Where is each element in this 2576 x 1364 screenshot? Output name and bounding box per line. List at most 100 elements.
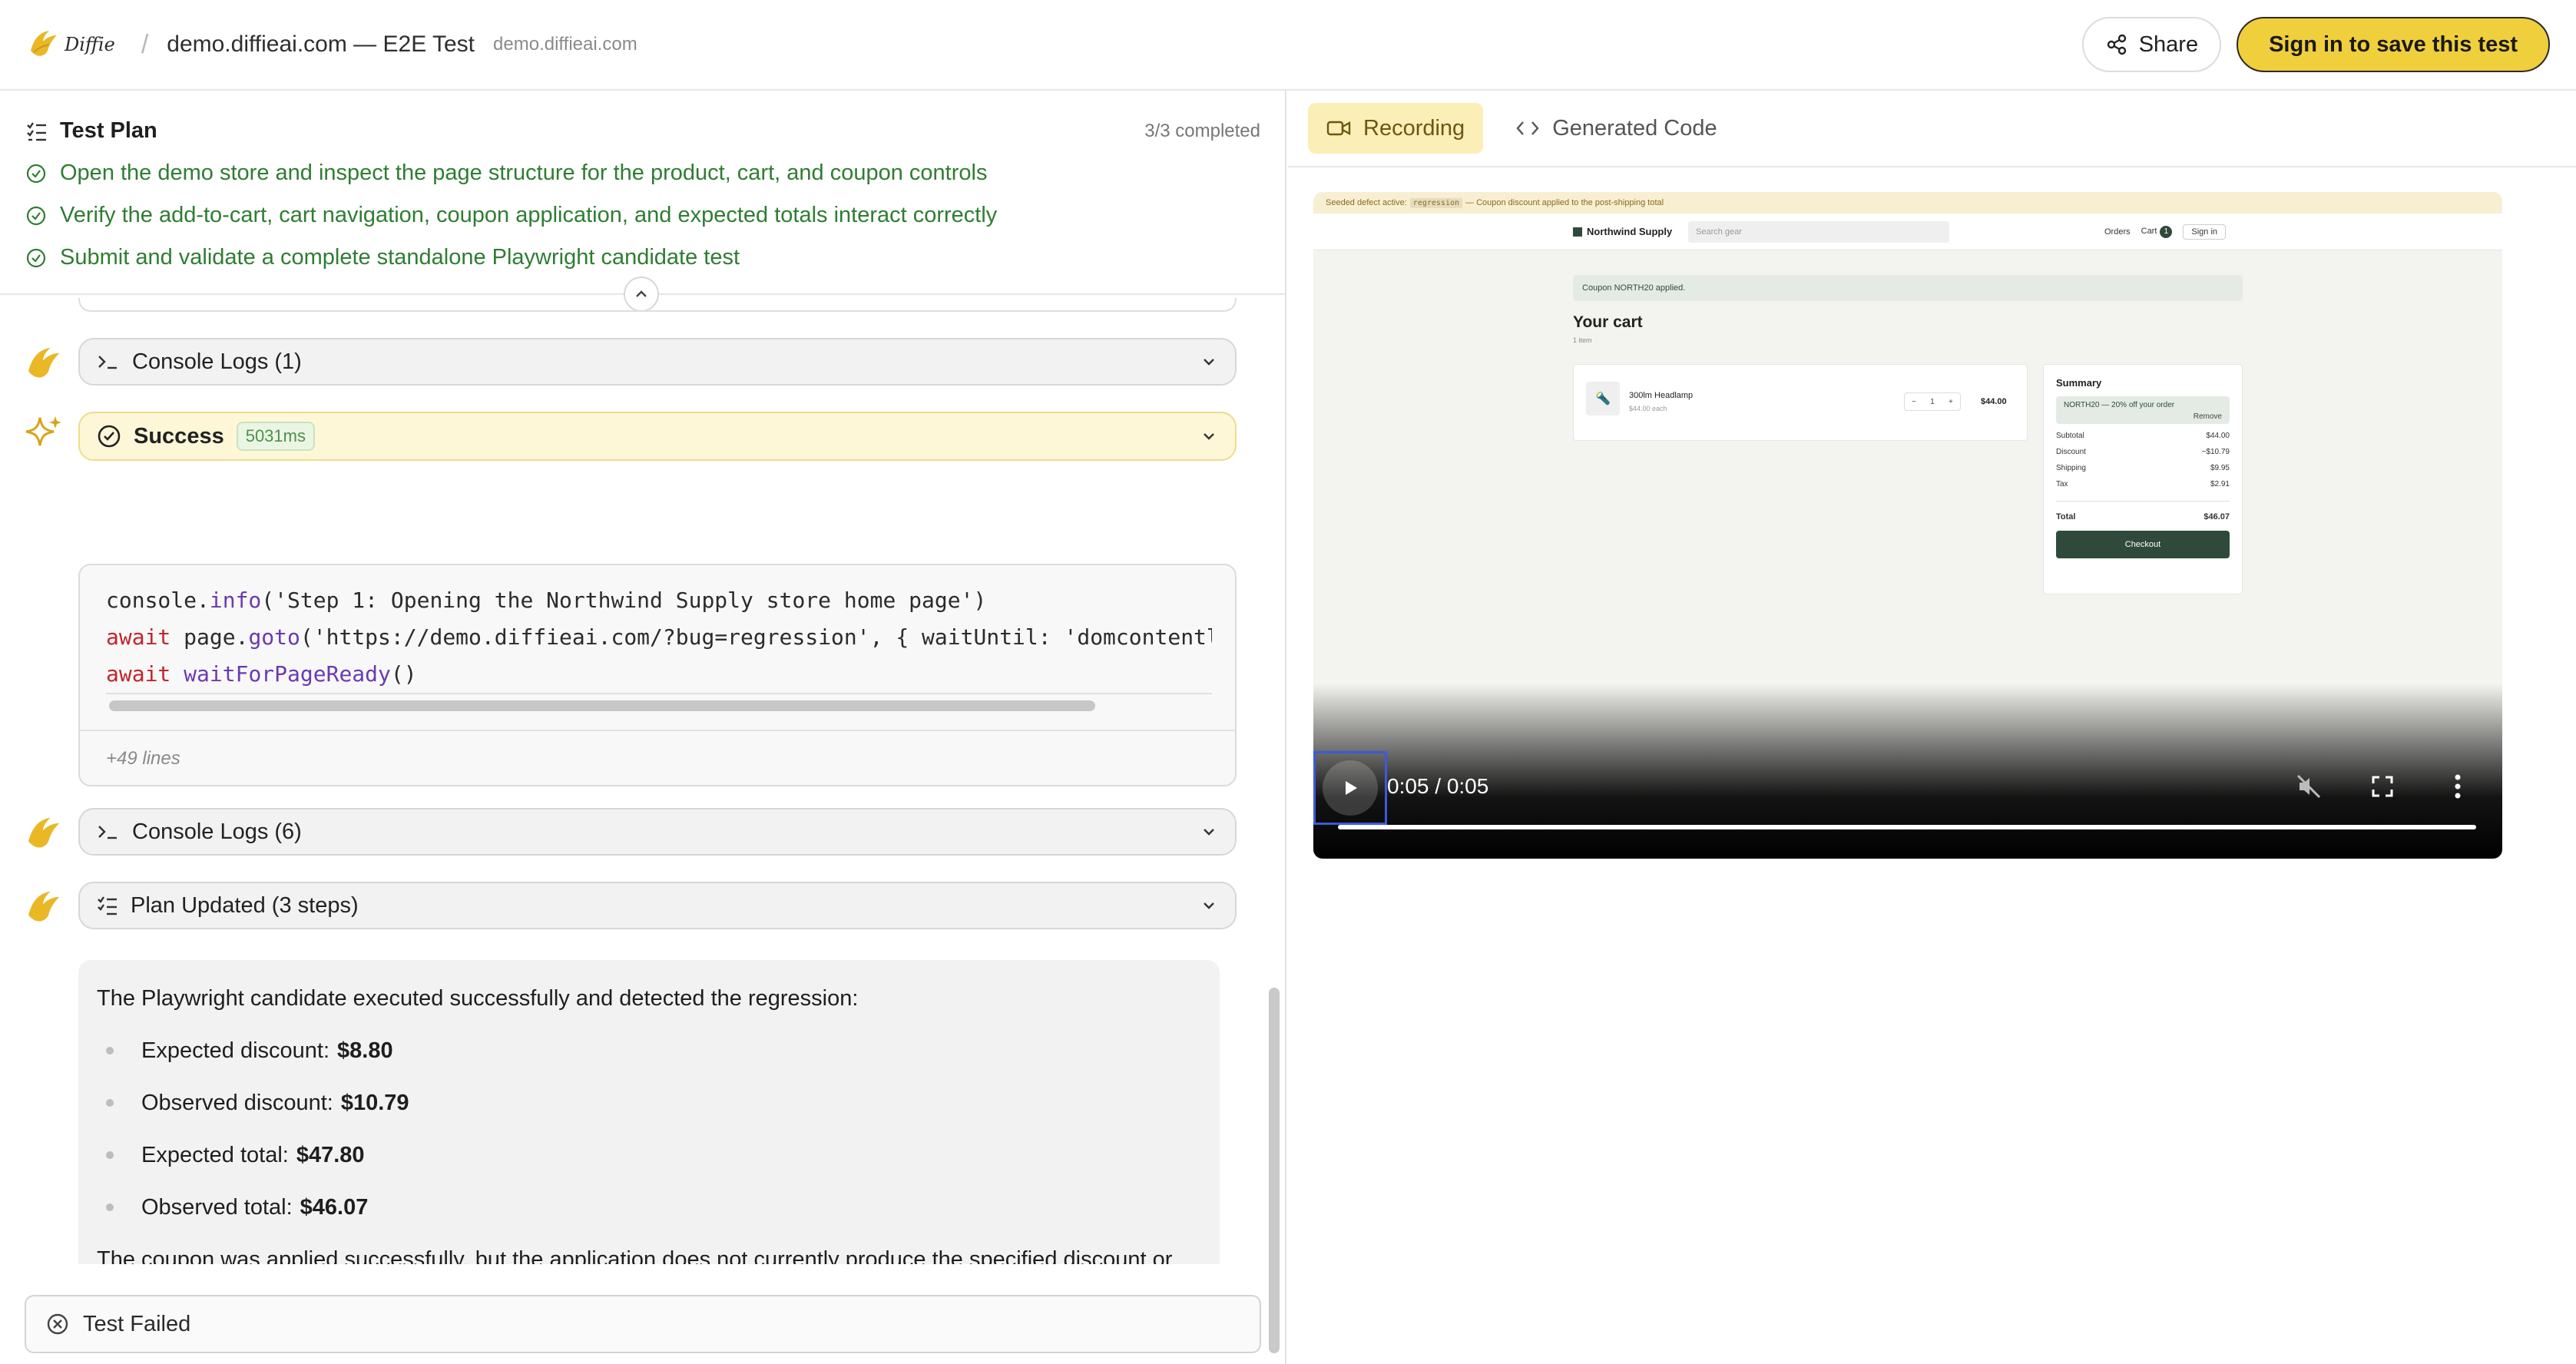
console-logs-label: Console Logs (1): [132, 349, 302, 374]
chevron-down-icon: [1204, 902, 1214, 909]
check-circle-icon: [26, 248, 46, 267]
test-plan-header: Test Plan 3/3 completed: [26, 118, 1260, 144]
terminal-icon: [98, 356, 117, 369]
code-line-2: await page.goto('https://demo.diffieai.c…: [106, 624, 1212, 650]
plan-updated-label: Plan Updated (3 steps): [131, 892, 359, 918]
top-bar: Diffie / demo.diffieai.com — E2E Test de…: [0, 0, 2576, 91]
tab-generated-code-label: Generated Code: [1552, 115, 1717, 141]
result-item-label: Expected discount:: [141, 1038, 330, 1063]
chat-panel: Test Plan 3/3 completed Open the demo st…: [0, 91, 1286, 1364]
plan-updated-toggle[interactable]: Plan Updated (3 steps): [78, 882, 1237, 929]
result-item-value: $8.80: [337, 1038, 393, 1063]
share-icon: [2107, 34, 2126, 55]
store-brand: Northwind Supply: [1573, 226, 1672, 237]
code-footer-divider: [80, 730, 1235, 731]
code-line-3: await waitForPageReady(): [106, 661, 417, 687]
plan-step: Verify the add-to-cart, cart navigation,…: [26, 203, 1260, 228]
cart-subtitle: 1 item: [1573, 336, 1592, 344]
summary-row: Shipping $9.95: [2056, 464, 2230, 472]
remove-coupon: Remove: [2193, 412, 2222, 421]
code-line-1: console.info('Step 1: Opening the Northw…: [106, 588, 987, 613]
item-name: 300lm Headlamp: [1629, 391, 1694, 400]
previous-card: [78, 298, 1237, 312]
plan-step-text: Open the demo store and inspect the page…: [60, 161, 988, 185]
test-status-bar: Test Failed: [25, 1295, 1261, 1353]
feed-scrollbar[interactable]: [1269, 988, 1280, 1353]
recording-video[interactable]: Seeded defect active: regression — Coupo…: [1313, 192, 2502, 859]
video-controls-shade: [1313, 684, 2502, 859]
summary-total: Total $46.07: [2056, 501, 2230, 521]
result-message: The Playwright candidate executed succes…: [78, 960, 1220, 1264]
video-camera-icon: [1326, 121, 1351, 136]
console-logs-toggle[interactable]: Console Logs (1): [78, 338, 1237, 386]
store-search: Search gear: [1688, 221, 1949, 243]
defect-prefix: Seeded defect active:: [1326, 198, 1407, 207]
duration-badge: 5031ms: [236, 422, 315, 451]
item-price: $44.00: [1981, 397, 2007, 406]
result-item: Expected total: $47.80: [106, 1129, 1201, 1181]
tab-recording[interactable]: Recording: [1308, 103, 1484, 154]
store-nav-links: Orders Cart 1 Sign in: [2104, 224, 2227, 240]
result-item-value: $10.79: [340, 1091, 409, 1115]
code-brackets-icon: [1516, 121, 1539, 135]
summary-title: Summary: [2056, 377, 2102, 389]
check-circle-icon: [26, 164, 46, 183]
result-item-value: $46.07: [300, 1195, 369, 1220]
more-options-icon[interactable]: [2444, 771, 2472, 802]
diffie-logo[interactable]: Diffie: [26, 28, 115, 61]
checklist-icon: [98, 896, 117, 915]
preview-panel: Recording Generated Code Seeded defect a…: [1288, 91, 2576, 1364]
share-button[interactable]: Share: [2081, 17, 2222, 72]
chevron-down-icon: [1204, 359, 1214, 366]
summary-row: Discount −$10.79: [2056, 448, 2230, 456]
success-step-toggle[interactable]: Success 5031ms: [78, 412, 1237, 461]
diffie-hand-icon: [31, 31, 57, 56]
console-logs-label: Console Logs (6): [132, 819, 302, 844]
code-content[interactable]: console.info('Step 1: Opening the Northw…: [106, 582, 1212, 693]
sparkle-icon: [25, 416, 61, 446]
test-status-label: Test Failed: [83, 1311, 191, 1336]
console-logs-toggle[interactable]: Console Logs (6): [78, 808, 1237, 856]
store-signin: Sign in: [2183, 224, 2227, 240]
coupon-applied-note: Coupon NORTH20 applied.: [1573, 275, 2243, 301]
preview-tabs: Recording Generated Code: [1288, 91, 2576, 167]
code-horizontal-scrollbar[interactable]: [109, 700, 1095, 711]
qty-value: 1: [1930, 397, 1935, 406]
summary-row: Tax $2.91: [2056, 480, 2230, 488]
terminal-icon: [98, 826, 117, 839]
flashlight-icon: 🔦: [1586, 382, 1620, 415]
play-button[interactable]: [1313, 751, 1387, 825]
video-progress-bar[interactable]: [1338, 825, 2476, 829]
store-name: Northwind Supply: [1587, 226, 1673, 237]
result-item-value: $47.80: [296, 1143, 365, 1167]
code-scroll-track: [106, 693, 1212, 694]
result-item: Expected discount: $8.80: [106, 1025, 1201, 1077]
video-time: 0:05 / 0:05: [1387, 774, 1489, 798]
result-list: Expected discount: $8.80 Observed discoun…: [106, 1025, 1201, 1233]
store-nav: Northwind Supply Search gear Orders Cart…: [1313, 214, 2502, 250]
share-label: Share: [2138, 31, 2199, 57]
muted-icon[interactable]: [2295, 773, 2323, 800]
diffie-hand-icon: [28, 347, 60, 378]
cart-title: Your cart: [1573, 313, 1643, 331]
result-conclusion: The coupon was applied successfully, but…: [97, 1247, 1173, 1264]
coupon-line: NORTH20 — 20% off your order: [2064, 401, 2175, 409]
item-unit-price: $44.00 each: [1629, 405, 1667, 412]
defect-suffix: — Coupon discount applied to the post-sh…: [1465, 198, 1664, 207]
result-item-label: Observed discount:: [141, 1091, 333, 1115]
test-plan-title: Test Plan: [60, 118, 157, 143]
more-lines-link[interactable]: +49 lines: [106, 748, 180, 770]
code-block: console.info('Step 1: Opening the Northw…: [78, 564, 1237, 786]
result-item-label: Expected total:: [141, 1143, 289, 1167]
tab-generated-code[interactable]: Generated Code: [1497, 103, 1735, 154]
result-item: Observed total: $46.07: [106, 1181, 1201, 1233]
fullscreen-icon[interactable]: [2369, 773, 2396, 800]
plan-step-text: Verify the add-to-cart, cart navigation,…: [60, 203, 998, 227]
checkout-button: Checkout: [2056, 531, 2230, 558]
cart-count-badge: 1: [2160, 226, 2173, 238]
sign-in-button[interactable]: Sign in to save this test: [2237, 17, 2550, 72]
success-label: Success: [134, 423, 224, 449]
result-item-label: Observed total:: [141, 1195, 293, 1220]
x-circle-icon: [47, 1313, 68, 1335]
order-summary: Summary NORTH20 — 20% off your order Rem…: [2043, 364, 2243, 594]
